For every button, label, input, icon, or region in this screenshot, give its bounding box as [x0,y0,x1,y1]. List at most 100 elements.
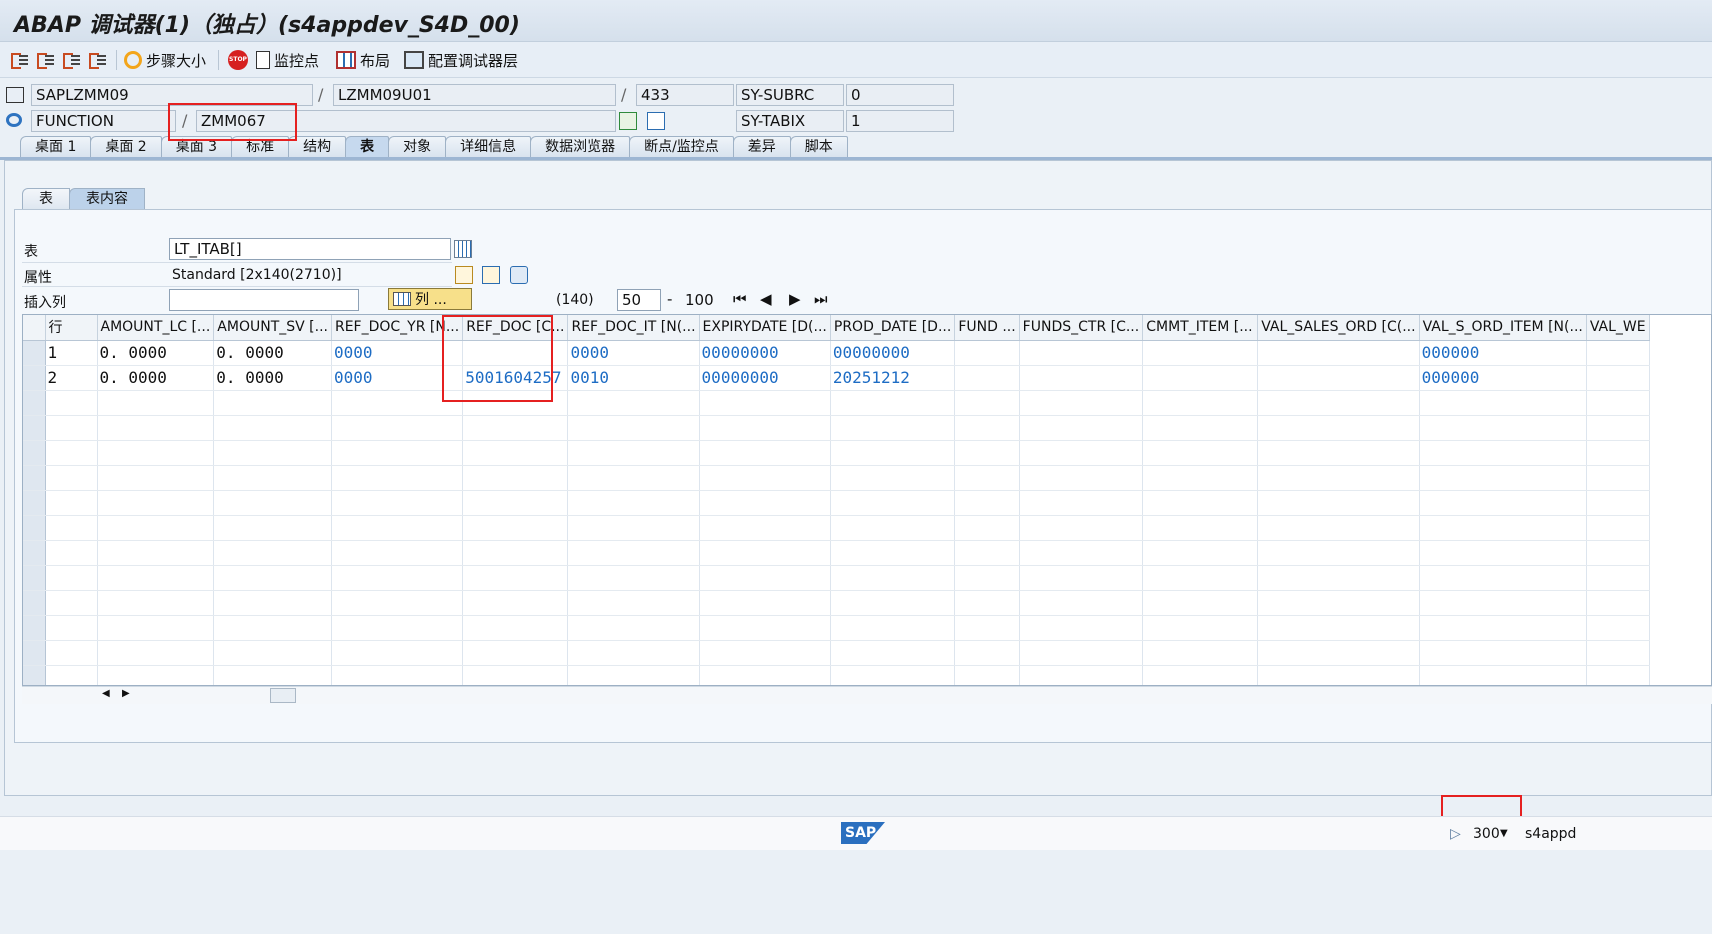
row-selector[interactable] [23,565,46,591]
last-page-icon[interactable]: ⏭ [814,290,828,308]
return-button[interactable] [62,48,82,72]
table-grid-icon[interactable] [454,240,472,258]
column-header[interactable]: REF_DOC [C... [462,315,569,341]
row-selector[interactable] [23,640,46,666]
tab-script[interactable]: 脚本 [789,136,848,158]
config-layer-button[interactable]: 配置调试器层 [404,48,518,72]
status-arrow-icon[interactable]: ▷ [1450,826,1461,842]
column-header[interactable]: CMMT_ITEM [... [1142,315,1259,341]
next-page-icon[interactable]: ▶ [789,290,801,308]
column-header[interactable]: FUNDS_CTR [C... [1019,315,1144,341]
tab-data-browser[interactable]: 数据浏览器 [530,136,631,158]
row-selector[interactable] [23,390,46,416]
table-cell[interactable] [1142,365,1259,391]
scroll-right-icon[interactable]: ▶ [122,688,130,699]
row-selector[interactable] [23,415,46,441]
breakpoint-stop-button[interactable]: STOP [228,48,248,72]
edit-icon[interactable] [455,266,473,284]
table-cell[interactable]: 0. 0000 [213,365,332,391]
event-name-field[interactable]: ZMM067 [196,110,616,132]
row-selector[interactable] [23,465,46,491]
table-cell[interactable] [1019,365,1144,391]
tab-desktop-2[interactable]: 桌面 2 [90,136,162,158]
single-step-button[interactable] [10,48,30,72]
client-dropdown-icon[interactable]: ▼ [1500,828,1508,839]
insert-column-input[interactable] [169,289,359,311]
client-number[interactable]: 300 [1473,826,1500,842]
tab-breakpoints[interactable]: 断点/监控点 [629,136,734,158]
transfer-icon[interactable] [482,266,500,284]
tab-details[interactable]: 详细信息 [445,136,532,158]
program-field[interactable]: SAPLZMM09 [31,84,313,106]
tab-desktop-3[interactable]: 桌面 3 [160,136,233,158]
line-field[interactable]: 433 [636,84,734,106]
table-cell[interactable]: 20251212 [830,365,956,391]
execute-button[interactable] [36,48,56,72]
include-field[interactable]: LZMM09U01 [333,84,616,106]
layout-button[interactable]: 布局 [336,48,390,72]
row-selector[interactable] [23,490,46,516]
table-name-input[interactable]: LT_ITAB[] [169,238,451,260]
table-cell[interactable] [1142,340,1259,366]
row-selector[interactable] [23,440,46,466]
row-selector[interactable] [23,540,46,566]
table-cell[interactable]: 00000000 [699,340,831,366]
subtab-table-content[interactable]: 表内容 [69,188,145,210]
tab-desktop-1[interactable]: 桌面 1 [20,136,92,158]
table-cell[interactable]: 00000000 [699,365,831,391]
table-cell[interactable] [1257,340,1420,366]
from-column-input[interactable]: 50 [617,289,661,311]
prev-page-icon[interactable]: ◀ [760,290,772,308]
table-cell[interactable]: 000000 [1419,340,1587,366]
tab-standard[interactable]: 标准 [231,136,290,158]
table-cell[interactable]: 0. 0000 [97,340,215,366]
row-selector[interactable] [23,515,46,541]
row-selector[interactable] [23,615,46,641]
subtab-table[interactable]: 表 [22,188,70,210]
table-cell[interactable] [1257,365,1420,391]
table-cell[interactable]: 00000000 [830,340,956,366]
table-cell[interactable] [954,365,1020,391]
row-selector[interactable] [23,665,46,685]
tab-table[interactable]: 表 [345,136,390,158]
table-cell[interactable]: 0000 [331,340,464,366]
event-type-field[interactable]: FUNCTION [31,110,176,132]
goto-source-icon[interactable] [619,112,637,130]
column-header[interactable]: VAL_S_ORD_ITEM [N(... [1419,315,1587,341]
column-header[interactable]: REF_DOC_YR [N... [331,315,464,341]
tab-structure[interactable]: 结构 [288,136,347,158]
table-cell[interactable]: 5001604257 [462,365,569,391]
table-cell[interactable] [1019,340,1144,366]
table-cell[interactable]: 000000 [1419,365,1587,391]
tab-diff[interactable]: 差异 [732,136,791,158]
table-cell[interactable]: 1 [45,340,98,366]
table-cell[interactable]: 0000 [331,365,464,391]
tab-objects[interactable]: 对象 [388,136,447,158]
table-cell[interactable] [462,340,569,366]
watchpoint-button[interactable]: 监控点 [256,48,319,72]
first-page-icon[interactable]: ⏮ [733,290,747,308]
table-cell[interactable] [1586,340,1650,366]
table-cell[interactable] [954,340,1020,366]
column-header[interactable]: PROD_DATE [D... [830,315,956,341]
table-cell[interactable]: 0. 0000 [97,365,215,391]
row-selector[interactable] [23,365,46,391]
column-header[interactable]: AMOUNT_LC [... [97,315,215,341]
table-cell[interactable]: 2 [45,365,98,391]
column-header[interactable]: VAL_WE [1586,315,1650,341]
column-header[interactable]: AMOUNT_SV [... [213,315,332,341]
continue-button[interactable] [88,48,108,72]
column-header[interactable]: 行 [45,315,98,341]
table-cell[interactable]: 0000 [567,340,700,366]
row-selector[interactable] [23,340,46,366]
table-cell[interactable]: 0. 0000 [213,340,332,366]
row-selector[interactable] [23,590,46,616]
column-header[interactable]: FUND ... [954,315,1020,341]
info-icon[interactable] [647,112,665,130]
step-size-button[interactable]: 步骤大小 [124,48,206,72]
sy-subrc-value[interactable]: 0 [846,84,954,106]
horizontal-scrollbar[interactable]: ◀ ▶ [22,686,1712,704]
column-header[interactable]: REF_DOC_IT [N(... [567,315,700,341]
print-icon[interactable] [510,266,528,284]
scroll-thumb[interactable] [270,688,296,703]
